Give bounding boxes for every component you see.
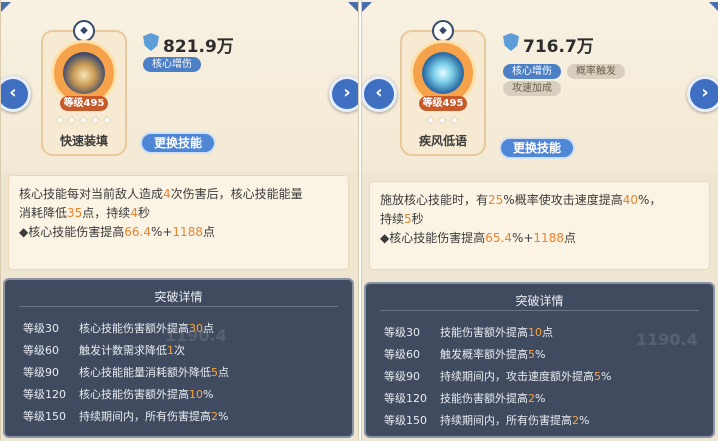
star-rating: ✦✦✦ <box>425 114 461 129</box>
breakthrough-row: 等级60 触发概率额外提高5% <box>384 348 546 361</box>
next-skill-button[interactable]: › <box>329 76 358 112</box>
skill-level-badge: 等级495 <box>60 96 108 111</box>
tag-attack-speed: 攻速加成 <box>503 81 561 96</box>
breakthrough-row: 等级90 持续期间内，攻击速度额外提高5% <box>384 370 612 383</box>
tag-chance-trigger: 概率触发 <box>567 64 625 79</box>
breakthrough-row: 等级150 持续期间内，所有伤害提高2% <box>384 414 590 427</box>
skill-description: 施放核心技能时，有25%概率使攻击速度提高40%， 持续5秒 ◆核心技能伤害提高… <box>369 181 710 270</box>
star-rating: ✦✦✦✦✦ <box>54 114 114 129</box>
skill-level-badge: 等级495 <box>419 96 467 111</box>
skill-name: 疾风低语 <box>418 134 467 148</box>
chevron-left-icon: ‹ <box>9 82 17 103</box>
desc-line-1: 施放核心技能时，有25%概率使攻击速度提高40%， <box>380 193 662 207</box>
background-stat-ghost: 1190.4 <box>636 330 698 349</box>
breakthrough-title: 突破详情 <box>515 294 564 308</box>
chevron-left-icon: ‹ <box>375 82 383 103</box>
breakthrough-row: 等级30 技能伤害额外提高10点 <box>384 326 553 339</box>
chevron-right-icon: › <box>701 82 709 103</box>
change-skill-button[interactable]: 更换技能 <box>499 137 575 159</box>
skill-panel-left: ‹ › ◆ 等级495 ✦✦✦✦✦ 快速装填 821.9万 核心增伤 更换技能 … <box>0 0 359 441</box>
combat-power: 716.7万 <box>523 37 594 57</box>
breakthrough-row: 等级120 核心技能伤害额外提高10% <box>23 388 214 401</box>
reload-skill-icon <box>63 52 105 94</box>
breakthrough-row: 等级90 核心技能能量消耗额外降低5点 <box>23 366 229 379</box>
wind-skill-icon <box>422 52 464 94</box>
tag-core-damage: 核心增伤 <box>143 57 201 72</box>
breakthrough-panel: 1190.4 突破详情 等级30 核心技能伤害额外提高30点 等级60 触发计数需求… <box>3 278 354 438</box>
desc-line-1: 核心技能每对当前敌人造成4次伤害后，核心技能能量 <box>19 187 303 201</box>
skill-card[interactable]: ◆ 等级495 ✦✦✦ 疾风低语 <box>400 20 486 156</box>
desc-line-2: 持续5秒 <box>380 212 424 226</box>
divider <box>380 310 699 311</box>
tag-core-damage: 核心增伤 <box>503 64 561 79</box>
breakthrough-row: 等级150 持续期间内，所有伤害提高2% <box>23 410 229 423</box>
skill-panel-right: ‹ › ◆ 等级495 ✦✦✦ 疾风低语 716.7万 核心增伤 概率触发 攻速… <box>361 0 718 441</box>
breakthrough-title: 突破详情 <box>154 290 203 304</box>
change-skill-button[interactable]: 更换技能 <box>140 132 216 154</box>
divider <box>19 306 338 307</box>
diamond-icon: ◆ <box>73 20 95 42</box>
skill-description: 核心技能每对当前敌人造成4次伤害后，核心技能能量 消耗降低35点，持续4秒 ◆核… <box>8 175 349 270</box>
combat-power: 821.9万 <box>163 37 234 57</box>
breakthrough-row: 等级30 核心技能伤害额外提高30点 <box>23 322 214 335</box>
breakthrough-panel: 1190.4 突破详情 等级30 技能伤害额外提高10点 等级60 触发概率额外提高… <box>364 282 715 438</box>
prev-skill-button[interactable]: ‹ <box>362 76 397 112</box>
desc-line-2: 消耗降低35点，持续4秒 <box>19 206 150 220</box>
diamond-icon: ◆ <box>432 20 454 42</box>
breakthrough-row: 等级120 技能伤害额外提高2% <box>384 392 546 405</box>
breakthrough-row: 等级60 触发计数需求降低1次 <box>23 344 185 357</box>
skill-name: 快速装填 <box>59 134 108 148</box>
next-skill-button[interactable]: › <box>687 76 718 112</box>
skill-card[interactable]: ◆ 等级495 ✦✦✦✦✦ 快速装填 <box>41 20 127 156</box>
desc-line-3: ◆核心技能伤害提高65.4%+1188点 <box>380 231 576 245</box>
chevron-right-icon: › <box>343 82 351 103</box>
desc-line-3: ◆核心技能伤害提高66.4%+1188点 <box>19 225 215 239</box>
